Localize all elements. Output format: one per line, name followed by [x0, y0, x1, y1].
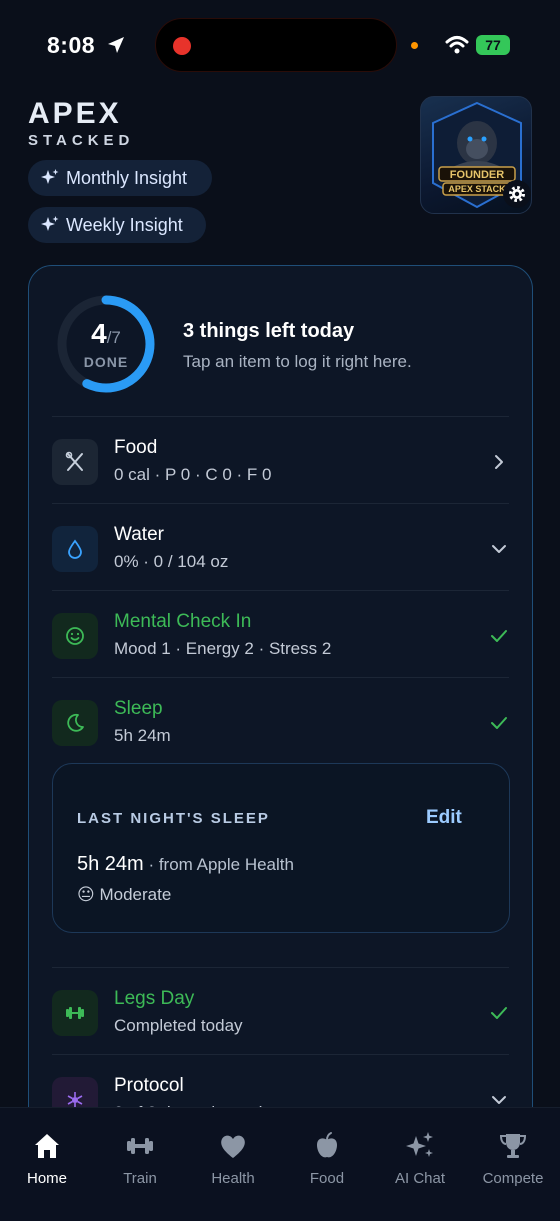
badge-bottom-text: APEX STACK	[448, 184, 506, 194]
divider	[52, 503, 509, 504]
workout-icon-tile	[52, 990, 98, 1036]
mental-subtitle: Mood 1 · Energy 2 · Stress 2	[114, 639, 332, 658]
tab-ai-chat-label: AI Chat	[394, 1170, 446, 1187]
neutral-face-icon: 😐	[77, 885, 95, 904]
recording-dot-icon	[173, 37, 191, 55]
divider	[52, 590, 509, 591]
sleep-source: · from Apple Health	[143, 855, 294, 874]
monthly-insight-label: Monthly Insight	[66, 167, 188, 188]
tab-health[interactable]: Health	[193, 1130, 273, 1187]
check-icon	[491, 630, 507, 642]
check-icon	[491, 1007, 507, 1019]
status-time: 8:08	[47, 32, 96, 58]
moon-icon	[67, 713, 84, 732]
location-arrow-icon	[108, 37, 124, 53]
dumbbell-icon	[127, 1138, 153, 1154]
sleep-edit-button[interactable]: Edit	[426, 807, 462, 829]
chevron-right-icon	[495, 455, 503, 469]
status-bar: 8:08 77	[0, 0, 560, 90]
dumbbell-icon	[66, 1007, 84, 1019]
sleep-title: Sleep	[114, 698, 163, 719]
tab-food-label: Food	[309, 1170, 345, 1187]
sleep-subtitle: 5h 24m	[114, 726, 171, 745]
privacy-indicator-icon	[411, 42, 418, 49]
tab-compete-label: Compete	[482, 1170, 544, 1187]
tab-home-label: Home	[26, 1170, 67, 1187]
food-icon-tile	[52, 439, 98, 485]
tab-ai-chat[interactable]: AI Chat	[380, 1130, 460, 1187]
water-icon-tile	[52, 526, 98, 572]
tab-home[interactable]: Home	[7, 1130, 87, 1187]
heart-icon	[221, 1135, 245, 1158]
battery-indicator: 77	[476, 35, 510, 55]
sparkles-icon	[406, 1132, 433, 1157]
workout-title: Legs Day	[114, 988, 195, 1009]
tab-food[interactable]: Food	[287, 1130, 367, 1187]
sleep-detail-heading: LAST NIGHT'S SLEEP	[77, 810, 270, 827]
daily-checklist-card: 4/7 DONE 3 things left today Tap an item…	[28, 265, 533, 1165]
water-subtitle: 0% · 0 / 104 oz	[114, 552, 229, 571]
sleep-quality-label: Moderate	[99, 885, 172, 904]
smiley-icon	[66, 627, 84, 645]
weekly-insight-label: Weekly Insight	[66, 214, 183, 235]
gear-icon	[509, 186, 525, 202]
tab-health-label: Health	[211, 1170, 255, 1187]
tab-bar: Home Train Health Food AI Chat Compete	[0, 1107, 560, 1221]
food-title: Food	[114, 437, 158, 458]
tab-train[interactable]: Train	[100, 1130, 180, 1187]
brand-name: APEX	[28, 97, 122, 130]
mental-title: Mental Check In	[114, 611, 252, 632]
settings-button[interactable]	[503, 180, 531, 208]
checklist-item-sleep[interactable]: Sleep 5h 24m	[29, 694, 532, 764]
water-drop-icon	[68, 539, 82, 559]
workout-subtitle: Completed today	[114, 1016, 243, 1035]
tab-train-label: Train	[123, 1170, 157, 1187]
sleep-quality: 😐 Moderate	[77, 885, 171, 905]
water-title: Water	[114, 524, 164, 545]
checklist-item-food[interactable]: Food 0 cal · P 0 · C 0 · F 0	[29, 433, 532, 503]
wifi-icon	[445, 36, 469, 54]
divider	[52, 677, 509, 678]
dynamic-island	[155, 18, 397, 72]
brand-logo: APEX STACKED	[28, 97, 135, 150]
chevron-down-icon	[492, 545, 506, 553]
checklist-item-water[interactable]: Water 0% · 0 / 104 oz	[29, 520, 532, 590]
sleep-detail-card: LAST NIGHT'S SLEEP Edit 5h 24m · from Ap…	[52, 763, 510, 933]
sleep-duration: 5h 24m	[77, 853, 144, 875]
checklist-item-mental-check-in[interactable]: Mental Check In Mood 1 · Energy 2 · Stre…	[29, 607, 532, 677]
summary-title: 3 things left today	[183, 320, 355, 342]
divider	[52, 416, 509, 417]
food-subtitle: 0 cal · P 0 · C 0 · F 0	[114, 465, 272, 484]
sparkles-icon	[41, 216, 59, 231]
apple-icon	[317, 1132, 337, 1158]
protocol-title: Protocol	[114, 1075, 184, 1096]
sparkles-icon	[41, 169, 59, 184]
weekly-insight-button[interactable]: Weekly Insight	[28, 207, 206, 243]
monthly-insight-button[interactable]: Monthly Insight	[28, 160, 212, 196]
progress-label: DONE	[83, 354, 129, 370]
progress-done: 4	[91, 318, 107, 349]
check-icon	[491, 717, 507, 729]
utensils-icon	[65, 451, 83, 471]
divider	[52, 1054, 509, 1055]
summary-subtitle: Tap an item to log it right here.	[183, 352, 412, 371]
badge-top-text: FOUNDER	[450, 169, 504, 181]
progress-total: /7	[106, 328, 121, 347]
checklist-item-workout[interactable]: Legs Day Completed today	[29, 984, 532, 1054]
sleep-icon-tile	[52, 700, 98, 746]
progress-count: 4/7	[55, 318, 157, 350]
home-icon	[35, 1134, 59, 1158]
brand-tagline: STACKED	[28, 132, 135, 149]
trophy-icon	[499, 1134, 527, 1158]
sleep-duration-line: 5h 24m · from Apple Health	[77, 853, 294, 876]
divider	[52, 967, 509, 968]
tab-compete[interactable]: Compete	[473, 1130, 553, 1187]
mental-icon-tile	[52, 613, 98, 659]
